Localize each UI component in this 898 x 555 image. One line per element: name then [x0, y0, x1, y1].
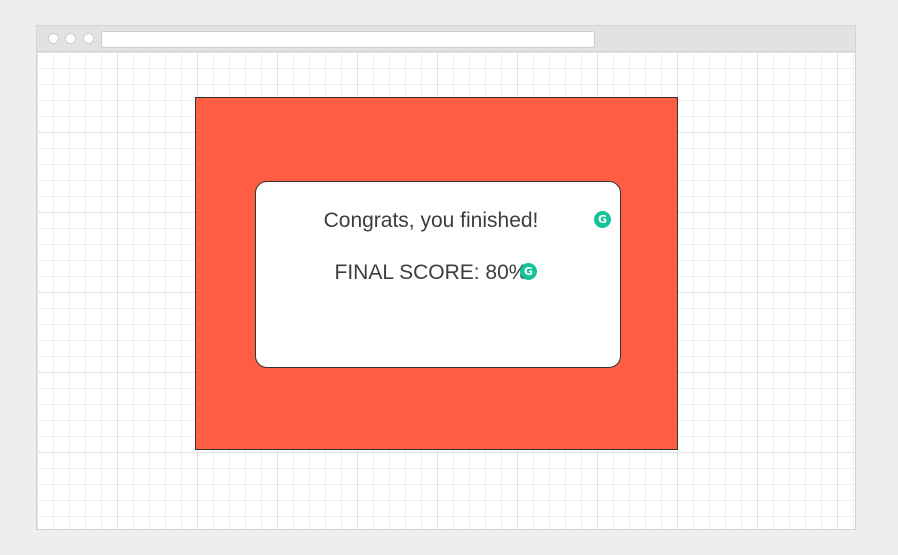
grammarly-icon[interactable]: G: [594, 211, 611, 228]
final-score: FINAL SCORE: 80%: [334, 261, 528, 284]
congrats-message: Congrats, you finished!: [323, 209, 539, 232]
grammarly-icon[interactable]: G: [520, 263, 537, 280]
window-control-minimize[interactable]: [65, 33, 76, 44]
result-card: Congrats, you finished! FINAL SCORE: 80%: [255, 181, 621, 368]
browser-title-bar: [37, 26, 855, 52]
address-bar[interactable]: [101, 31, 595, 48]
window-control-close[interactable]: [48, 33, 59, 44]
window-control-maximize[interactable]: [83, 33, 94, 44]
